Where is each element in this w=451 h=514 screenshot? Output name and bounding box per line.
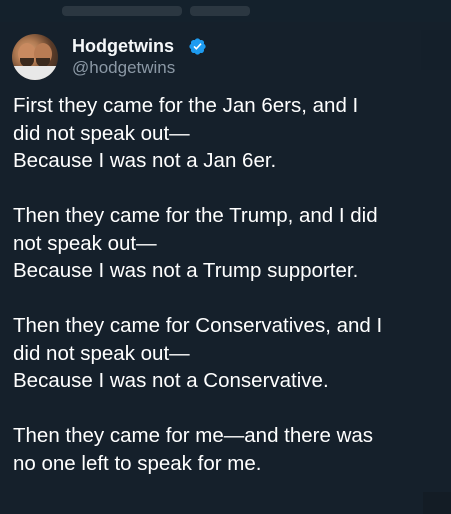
tweet-line: did not speak out— bbox=[13, 121, 190, 145]
tweet-line: not speak out— bbox=[13, 231, 157, 255]
author-display-name[interactable]: Hodgetwins bbox=[72, 35, 174, 57]
avatar-shirt bbox=[12, 66, 58, 80]
edge-shadow bbox=[423, 492, 451, 514]
avatar[interactable] bbox=[12, 34, 58, 80]
tweet-paragraph: Then they came for me—and there was no o… bbox=[13, 422, 441, 477]
tweet-text: First they came for the Jan 6ers, and I … bbox=[13, 92, 441, 477]
tweet-line: Then they came for the Trump, and I did bbox=[13, 204, 378, 227]
cropped-header-text bbox=[190, 6, 250, 16]
tweet-line: Because I was not a Trump supporter. bbox=[13, 259, 359, 282]
tweet-line: no one left to speak for me. bbox=[13, 451, 262, 475]
tweet-paragraph: Then they came for Conservatives, and I … bbox=[13, 312, 441, 395]
verified-badge-icon bbox=[189, 38, 206, 55]
top-strip bbox=[0, 0, 451, 22]
author-handle[interactable]: @hodgetwins bbox=[72, 58, 175, 78]
tweet-paragraph: Then they came for the Trump, and I did … bbox=[13, 202, 441, 285]
cropped-header-text bbox=[62, 6, 182, 16]
tweet-line: Because I was not a Jan 6er. bbox=[13, 149, 277, 172]
tweet-line: Because I was not a Conservative. bbox=[13, 369, 329, 392]
tweet-line: Then they came for Conservatives, and I bbox=[13, 314, 383, 337]
edge-shadow bbox=[421, 30, 451, 70]
tweet-line: First they came for the Jan 6ers, and I bbox=[13, 94, 359, 117]
tweet-line: Then they came for me—and there was bbox=[13, 424, 374, 447]
tweet-paragraph: First they came for the Jan 6ers, and I … bbox=[13, 92, 441, 175]
tweet-line: did not speak out— bbox=[13, 341, 190, 365]
